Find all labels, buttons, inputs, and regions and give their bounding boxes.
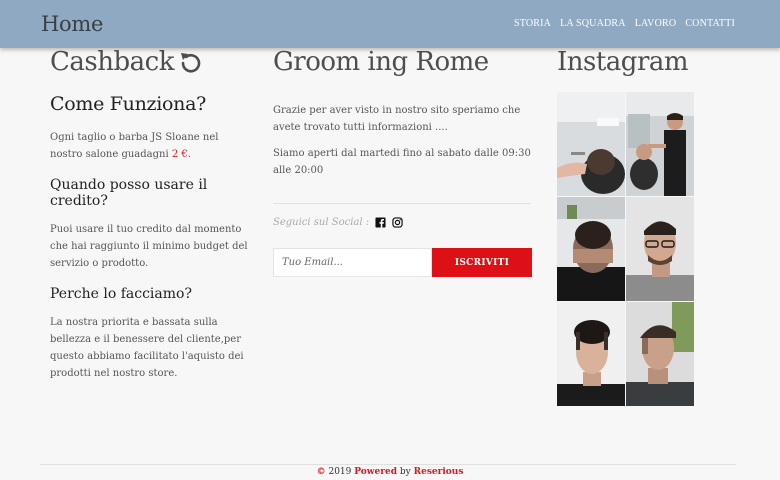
when-text: Puoi usare il tuo credito dal momento ch… — [50, 224, 248, 269]
divider — [273, 203, 531, 204]
nav-link-contatti[interactable]: CONTATTI — [685, 18, 735, 29]
navbar: Home STORIA LA SQUADRA LAVORO CONTATTI — [0, 0, 780, 48]
footer-company-link[interactable]: Reserious — [414, 467, 464, 477]
instagram-photo[interactable] — [626, 197, 694, 301]
how-text: Ogni taglio o barba JS Sloane nel nostro… — [50, 129, 250, 163]
cashback-column: Cashback Come Funziona? Ogni taglio o ba… — [50, 45, 250, 382]
instagram-grid — [557, 92, 694, 406]
footer-divider — [40, 464, 736, 465]
instagram-photo[interactable] — [557, 92, 625, 196]
nav-link-storia[interactable]: STORIA — [514, 18, 551, 29]
when-heading: Quando posso usare il credito? — [50, 177, 208, 209]
instagram-icon[interactable] — [392, 217, 403, 228]
email-input[interactable] — [273, 248, 432, 277]
why-text: La nostra priorita e bassata sulla belle… — [50, 317, 244, 379]
social-row: Seguici sul Social : — [273, 217, 533, 228]
how-heading: Come Funziona? — [50, 93, 207, 115]
instagram-photo[interactable] — [557, 197, 625, 301]
instagram-photo[interactable] — [626, 302, 694, 406]
instagram-title: Instagram — [557, 47, 689, 77]
nav-link-la-squadra[interactable]: LA SQUADRA — [560, 18, 626, 29]
nav-link-lavoro[interactable]: LAVORO — [635, 18, 677, 29]
newsletter-form: ISCRIVITI — [273, 248, 532, 277]
instagram-photo[interactable] — [626, 92, 694, 196]
how-text-suffix: . — [187, 149, 191, 160]
footer-powered: Powered — [354, 467, 398, 477]
main-nav: STORIA LA SQUADRA LAVORO CONTATTI — [514, 18, 735, 29]
footer-copyright-symbol: © — [316, 467, 326, 477]
cashback-amount: 2 € — [171, 149, 188, 160]
thanks-text: Grazie per aver visto in nostro sito spe… — [273, 105, 521, 133]
subscribe-button[interactable]: ISCRIVITI — [432, 248, 532, 277]
why-heading: Perche lo facciamo? — [50, 286, 192, 302]
grooming-title: Groom ing Rome — [273, 47, 489, 77]
cashback-heading: Cashback — [50, 45, 250, 79]
social-label: Seguici sul Social : — [273, 217, 370, 228]
how-text-body: Ogni taglio o barba JS Sloane nel nostro… — [50, 132, 219, 160]
instagram-photo[interactable] — [557, 302, 625, 406]
facebook-icon[interactable] — [375, 217, 386, 228]
hours-text: Siamo aperti dal martedi fino al sabato … — [273, 148, 531, 176]
cashback-title: Cashback — [50, 47, 174, 77]
instagram-column: Instagram — [557, 45, 697, 406]
refresh-icon — [180, 53, 201, 73]
brand-home-link[interactable]: Home — [41, 12, 103, 36]
grooming-column: Groom ing Rome Grazie per aver visto in … — [273, 45, 533, 277]
footer-by: by — [399, 467, 411, 477]
footer: © 2019 Powered by Reserious — [0, 467, 780, 477]
footer-year: 2019 — [328, 467, 352, 477]
